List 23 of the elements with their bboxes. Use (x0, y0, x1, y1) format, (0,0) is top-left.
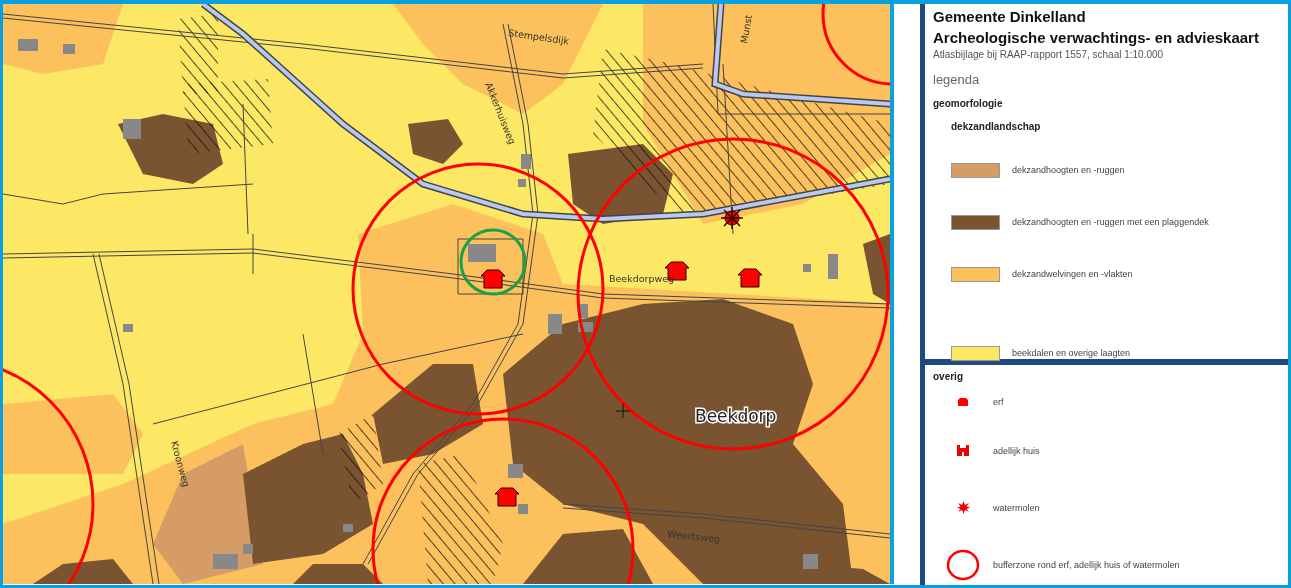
legend-label: bufferzone rond erf, adellijk huis of watermolen (993, 559, 1180, 570)
legend-heading: legenda (933, 72, 981, 87)
street-label: Munst (738, 13, 754, 45)
star-icon (956, 501, 970, 514)
street-label: Beekdorpweg (609, 273, 675, 284)
section-heading: overig (933, 371, 964, 382)
street-label: Weertsweg (666, 528, 721, 545)
legend-label: adellijk huis (993, 445, 1040, 456)
legend-label: dekzandwelvingen en -vlakten (1012, 269, 1133, 279)
legend-title: Gemeente Dinkelland (933, 7, 1087, 27)
legend-label: dekzandhoogten en -ruggen (1012, 165, 1125, 175)
subsection-heading: dekzandlandschap (951, 121, 1042, 132)
legend-label: erf (993, 397, 1004, 407)
section-heading: geomorfologie (933, 98, 1004, 109)
legend-label: dekzandhoogten en -ruggen met een plaggendek (1012, 217, 1209, 227)
house-icon (957, 398, 969, 406)
circle-icon (946, 548, 980, 581)
castle-icon (957, 445, 969, 456)
legend-label: watermolen (993, 502, 1040, 513)
map-title: Archeologische verwachtings- en advieskaart (933, 28, 1260, 48)
place-label: Beekdorp (695, 406, 777, 426)
legend-label: beekdalen en overige laagten (1012, 348, 1131, 358)
map-caption: Atlasbijlage bij RAAP-rapport 1557, schaal 1:10.000 (933, 49, 1165, 60)
